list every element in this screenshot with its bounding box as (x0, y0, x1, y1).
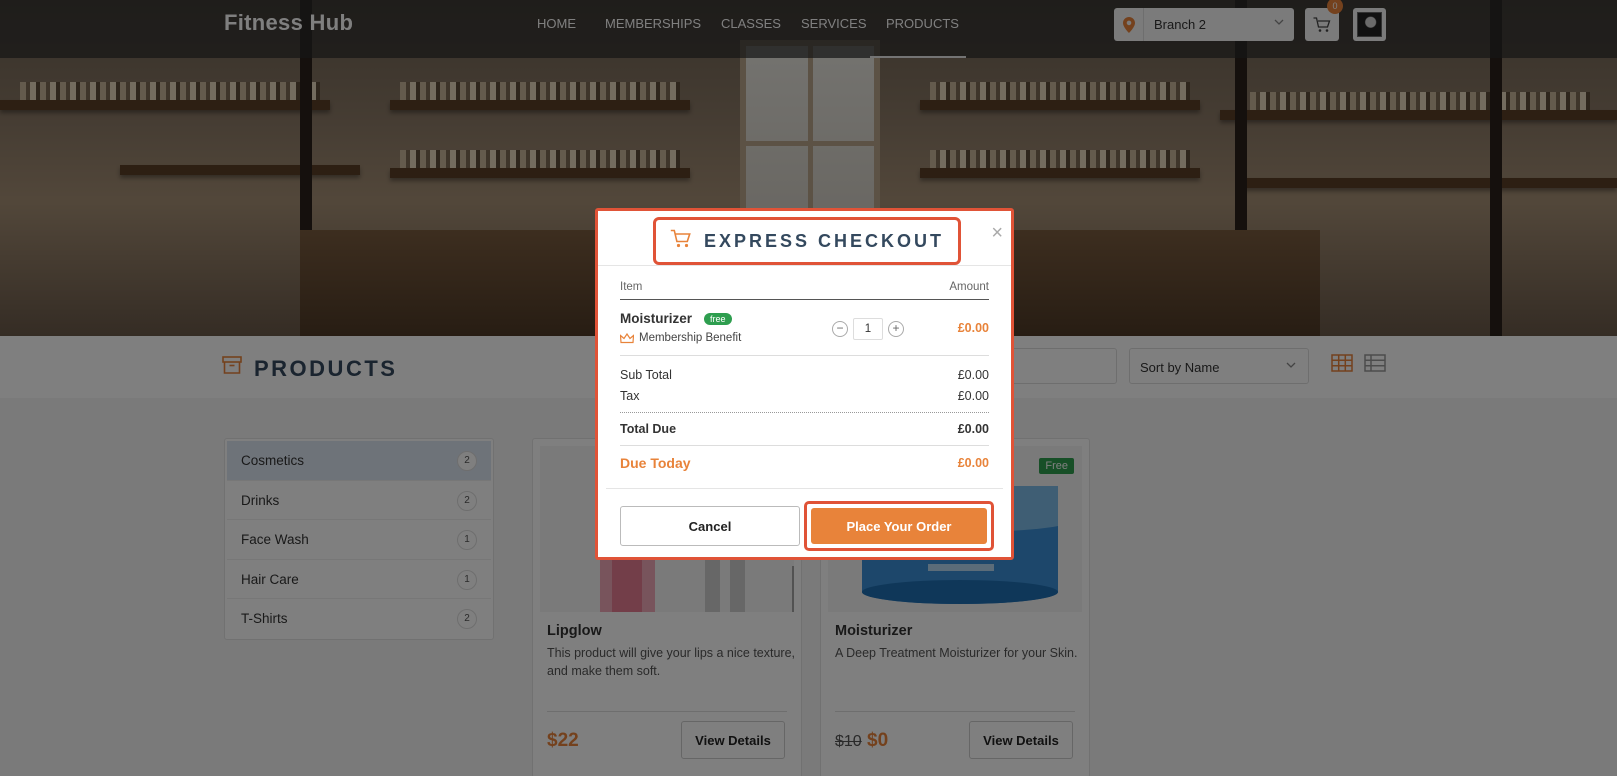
line-item-amount: £0.00 (957, 321, 989, 335)
modal-title: EXPRESS CHECKOUT (703, 230, 945, 251)
crown-icon (620, 332, 634, 343)
close-icon[interactable]: × (991, 223, 1003, 243)
tax-label: Tax (620, 389, 640, 403)
express-checkout-modal: EXPRESS CHECKOUT × Item Amount Moisturiz… (595, 208, 1014, 560)
cart-icon (670, 229, 692, 254)
modal-header: EXPRESS CHECKOUT × (598, 211, 1011, 266)
quantity-input[interactable]: 1 (853, 318, 883, 340)
total-divider (620, 445, 989, 446)
membership-benefit: Membership Benefit (620, 332, 741, 344)
membership-benefit-label: Membership Benefit (639, 332, 742, 344)
due-today-label: Due Today (620, 455, 691, 471)
free-tag: free (704, 313, 732, 325)
column-header-amount: Amount (949, 281, 989, 293)
column-header-item: Item (620, 281, 643, 293)
place-order-highlight: Place Your Order (804, 501, 994, 551)
footer-divider (606, 488, 1003, 489)
modal-title-highlight: EXPRESS CHECKOUT (653, 217, 961, 265)
line-item-name: Moisturizer (620, 311, 693, 326)
sub-total-label: Sub Total (620, 368, 672, 382)
totals-divider (620, 412, 989, 413)
sub-total-value: £0.00 (957, 368, 989, 382)
quantity-decrement-button[interactable]: − (832, 321, 848, 337)
tax-value: £0.00 (957, 389, 989, 403)
total-due-label: Total Due (620, 422, 677, 436)
place-order-button[interactable]: Place Your Order (811, 508, 987, 544)
item-divider (620, 355, 989, 356)
due-today-value: £0.00 (957, 456, 989, 470)
cancel-button[interactable]: Cancel (620, 506, 800, 546)
header-divider (620, 299, 989, 300)
quantity-increment-button[interactable]: + (888, 321, 904, 337)
total-due-value: £0.00 (957, 422, 989, 436)
